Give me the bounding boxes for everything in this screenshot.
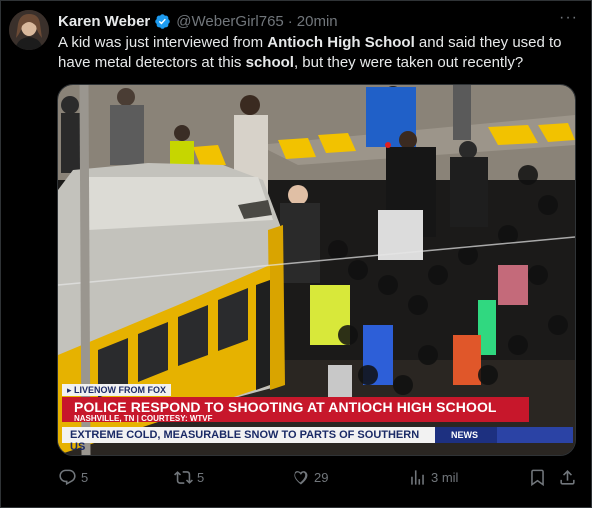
avatar-image xyxy=(9,10,49,50)
views-count: 3 mil xyxy=(431,470,459,485)
bookmark-icon xyxy=(531,469,544,487)
tweet-header: Karen Weber @WeberGirl765 · 20min xyxy=(58,10,580,32)
views-button[interactable]: 3 mil xyxy=(408,468,458,487)
action-bar: 5 5 29 3 mil xyxy=(58,462,580,492)
share-button[interactable] xyxy=(558,468,581,487)
news-tag: NEWS xyxy=(435,427,497,443)
tweet-text-bold: Antioch High School xyxy=(267,34,415,51)
tweet-text-part: , but they were taken out recently? xyxy=(293,54,524,71)
share-icon xyxy=(560,470,575,485)
headline-banner: POLICE RESPOND TO SHOOTING AT ANTIOCH HI… xyxy=(62,397,529,423)
separator-dot: · xyxy=(287,12,293,30)
reply-button[interactable]: 5 xyxy=(58,468,88,487)
author-handle[interactable]: @WeberGirl765 xyxy=(176,13,284,30)
avatar[interactable] xyxy=(9,10,49,50)
news-chyron: ▸ LIVENOW FROM FOX POLICE RESPOND TO SHO… xyxy=(58,375,575,455)
tweet-text: A kid was just interviewed from Antioch … xyxy=(58,33,580,73)
reply-icon xyxy=(59,469,76,486)
ticker-text: EXTREME COLD, MEASURABLE SNOW TO PARTS O… xyxy=(70,429,420,453)
repost-count: 5 xyxy=(197,470,205,485)
like-button[interactable]: 29 xyxy=(291,468,328,487)
video-player[interactable]: ▸ LIVENOW FROM FOX POLICE RESPOND TO SHO… xyxy=(57,84,576,456)
bookmark-button[interactable] xyxy=(528,468,551,487)
verified-badge-icon xyxy=(155,13,171,29)
repost-icon xyxy=(174,471,193,484)
live-tag-text: LIVENOW FROM FOX xyxy=(74,385,167,395)
news-bar xyxy=(497,427,573,443)
like-count: 29 xyxy=(314,470,329,485)
tweet-text-part: A kid was just interviewed from xyxy=(58,34,268,51)
reply-count: 5 xyxy=(81,470,89,485)
timestamp[interactable]: 20min xyxy=(297,13,338,30)
live-tag: ▸ LIVENOW FROM FOX xyxy=(62,384,172,396)
location-credit: NASHVILLE, TN | COURTESY: WTVF xyxy=(74,414,213,423)
repost-button[interactable]: 5 xyxy=(174,468,204,487)
views-icon xyxy=(411,470,424,485)
tweet-text-bold: school xyxy=(245,54,294,71)
author-name[interactable]: Karen Weber xyxy=(58,13,150,30)
headline-text: POLICE RESPOND TO SHOOTING AT ANTIOCH HI… xyxy=(74,399,497,415)
ticker-bar: EXTREME COLD, MEASURABLE SNOW TO PARTS O… xyxy=(62,427,435,453)
news-tag-text: NEWS xyxy=(451,430,478,440)
like-icon xyxy=(294,471,308,485)
more-icon[interactable]: ··· xyxy=(559,9,578,27)
